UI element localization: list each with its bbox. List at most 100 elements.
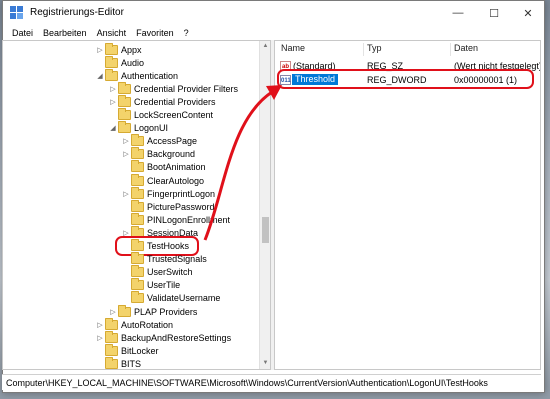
tree-item-label: ValidateUsername	[147, 293, 221, 304]
folder-icon	[118, 94, 131, 107]
folder-icon	[105, 42, 118, 55]
tree-item-appx[interactable]: ▷ Appx	[95, 42, 142, 56]
expand-arrow-icon[interactable]: ▷	[108, 308, 118, 316]
tree-scrollbar[interactable]: ▲ ▼	[259, 41, 270, 369]
tree-item-label: UserSwitch	[147, 267, 193, 278]
column-separator[interactable]	[450, 43, 451, 56]
status-bar-path: Computer\HKEY_LOCAL_MACHINE\SOFTWARE\Mic…	[2, 374, 541, 390]
scroll-down-arrow-icon[interactable]: ▼	[260, 358, 270, 369]
folder-icon	[131, 186, 144, 199]
threshold-highlight-outline	[277, 69, 534, 89]
tree-item-label: BootAnimation	[147, 162, 206, 173]
key-tree[interactable]: ▲ ▼ ▷ Appx Audio ◢ Authentication ▷ Credential…	[2, 40, 270, 370]
folder-icon	[131, 134, 144, 147]
tree-item-label: LogonUI	[134, 123, 169, 134]
folder-icon	[131, 278, 144, 291]
tree-item-label: TrustedSignals	[147, 254, 207, 265]
folder-icon	[105, 330, 118, 343]
tree-item-label: Credential Providers	[134, 96, 216, 107]
expand-arrow-icon[interactable]: ▷	[108, 85, 118, 93]
tree-item-clearautologo[interactable]: ClearAutologo	[121, 173, 205, 187]
folder-icon	[131, 160, 144, 173]
menu-bearbeiten[interactable]: Bearbeiten	[38, 28, 92, 38]
tree-item-bits[interactable]: BITS	[95, 356, 142, 369]
column-header-name[interactable]: Name	[281, 43, 305, 53]
column-header-data[interactable]: Daten	[454, 43, 478, 53]
expand-arrow-icon[interactable]: ▷	[121, 137, 131, 145]
folder-icon	[131, 147, 144, 160]
maximize-button[interactable]: ☐	[477, 1, 511, 25]
folder-icon	[105, 343, 118, 356]
menu-datei[interactable]: Datei	[7, 28, 38, 38]
tree-item-trustedsignals[interactable]: TrustedSignals	[121, 252, 207, 266]
expand-arrow-icon[interactable]: ▷	[121, 150, 131, 158]
expand-arrow-icon[interactable]: ▷	[95, 334, 105, 342]
tree-item-label: UserTile	[147, 280, 181, 291]
tree-item-label: Audio	[121, 57, 145, 68]
tree-item-label: FingerprintLogon	[147, 188, 216, 199]
tree-item-userswitch[interactable]: UserSwitch	[121, 265, 193, 279]
folder-icon	[131, 199, 144, 212]
expand-arrow-icon[interactable]: ▷	[95, 46, 105, 54]
menu-help[interactable]: ?	[179, 28, 194, 38]
minimize-button[interactable]: —	[441, 1, 475, 25]
values-list[interactable]: Name Typ Daten ab (Standard) REG_SZ (Wer…	[275, 40, 541, 370]
folder-icon	[118, 108, 131, 120]
tree-item-label: LockScreenContent	[134, 110, 214, 120]
folder-icon	[105, 55, 118, 68]
scroll-up-arrow-icon[interactable]: ▲	[260, 41, 270, 52]
tree-item-bootanimation[interactable]: BootAnimation	[121, 160, 206, 174]
tree-item-lockscreencontent[interactable]: LockScreenContent	[108, 108, 214, 122]
title-bar: Registrierungs-Editor — ☐ ✕	[3, 1, 544, 25]
tree-item-label: PLAP Providers	[134, 306, 198, 317]
tree-item-audio[interactable]: Audio	[95, 55, 145, 69]
folder-icon	[131, 252, 144, 265]
column-header-type[interactable]: Typ	[367, 43, 382, 53]
folder-icon	[118, 81, 131, 94]
expand-arrow-icon[interactable]: ▷	[108, 98, 118, 106]
tree-item-authentication[interactable]: ◢ Authentication	[95, 68, 179, 82]
tree-item-validateusername[interactable]: ValidateUsername	[121, 291, 221, 305]
tree-item-usertile[interactable]: UserTile	[121, 278, 181, 292]
tree-item-accesspage[interactable]: ▷ AccessPage	[121, 134, 198, 148]
tree-item-background[interactable]: ▷ Background	[121, 147, 196, 161]
tree-item-label: PINLogonEnrollment	[147, 214, 231, 225]
tree-item-logonui[interactable]: ◢ LogonUI	[108, 121, 169, 135]
tree-item-label: BitLocker	[121, 345, 159, 356]
folder-icon	[131, 212, 144, 225]
folder-icon	[105, 317, 118, 330]
tree-item-label: Background	[147, 149, 196, 160]
tree-item-label: Credential Provider Filters	[134, 83, 239, 94]
scrollbar-thumb[interactable]	[262, 217, 269, 243]
folder-icon	[105, 68, 118, 81]
window-title: Registrierungs-Editor	[30, 7, 124, 18]
collapse-arrow-icon[interactable]: ◢	[95, 72, 105, 80]
menu-favoriten[interactable]: Favoriten	[131, 28, 179, 38]
expand-arrow-icon[interactable]: ▷	[121, 190, 131, 198]
tree-item-label: BITS	[121, 358, 142, 369]
tree-item-label: BackupAndRestoreSettings	[121, 332, 232, 343]
tree-item-backupandrestoresettings[interactable]: ▷ BackupAndRestoreSettings	[95, 330, 232, 344]
folder-icon	[118, 121, 131, 134]
tree-item-credential-providers[interactable]: ▷ Credential Providers	[108, 94, 216, 108]
tree-item-label: AccessPage	[147, 136, 198, 147]
tree-item-label: ClearAutologo	[147, 175, 205, 186]
collapse-arrow-icon[interactable]: ◢	[108, 124, 118, 132]
tree-item-plap-providers[interactable]: ▷ PLAP Providers	[108, 304, 198, 318]
tree-item-credential-provider-filters[interactable]: ▷ Credential Provider Filters	[108, 81, 239, 95]
folder-icon	[131, 173, 144, 186]
close-button[interactable]: ✕	[511, 1, 545, 25]
tree-item-fingerprintlogon[interactable]: ▷ FingerprintLogon	[121, 186, 216, 200]
menu-ansicht[interactable]: Ansicht	[92, 28, 132, 38]
tree-item-label: Authentication	[121, 70, 179, 81]
tree-item-label: AutoRotation	[121, 319, 174, 330]
tree-item-bitlocker[interactable]: BitLocker	[95, 343, 159, 357]
tree-item-autorotation[interactable]: ▷ AutoRotation	[95, 317, 174, 331]
column-separator[interactable]	[363, 43, 364, 56]
tree-item-pinlogonenrollment[interactable]: PINLogonEnrollment	[121, 212, 231, 226]
expand-arrow-icon[interactable]: ▷	[95, 321, 105, 329]
folder-icon	[118, 304, 131, 317]
tree-item-picturepassword[interactable]: PicturePassword	[121, 199, 215, 213]
tree-item-label: Appx	[121, 44, 142, 55]
folder-icon	[105, 356, 118, 369]
